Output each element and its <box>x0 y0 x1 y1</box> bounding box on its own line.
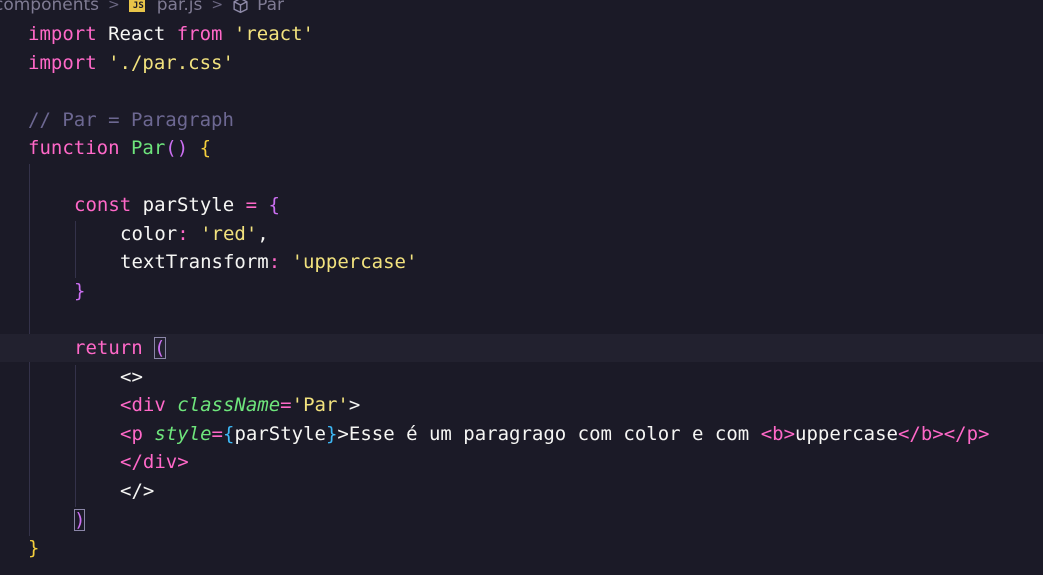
code-line-4[interactable]: // Par = Paragraph <box>28 106 1043 134</box>
function-name: Par <box>119 137 166 159</box>
tag-b-close: </b> <box>897 423 944 445</box>
code-line-1[interactable]: import React from 'react' <box>28 20 1043 48</box>
code-line-15[interactable]: <p style={parStyle}>Esse é um paragrago … <box>120 420 1043 448</box>
tag-p-open: <p <box>120 423 143 445</box>
chevron-right-icon: > <box>211 0 224 13</box>
keyword-return: return <box>74 337 143 359</box>
tag-b-open: <b> <box>760 423 796 445</box>
operator-equals: = <box>280 394 292 416</box>
identifier-react: React <box>96 23 177 45</box>
code-editor[interactable]: components > JS par.js > Par import Reac… <box>0 0 1043 575</box>
property-color: color <box>120 223 178 245</box>
property-texttransform: textTransform <box>120 251 269 273</box>
string-uppercase: 'uppercase' <box>291 251 418 273</box>
code-line-10[interactable]: } <box>74 277 1043 305</box>
indent-guide <box>75 221 76 278</box>
operator-equals: = <box>211 423 223 445</box>
tag-div-close: </div> <box>120 451 189 473</box>
keyword-function: function <box>28 137 120 159</box>
open-paren-matched: ( <box>154 337 166 359</box>
code-line-9[interactable]: textTransform: 'uppercase' <box>120 248 1043 276</box>
code-line-14[interactable]: <div className='Par'> <box>120 391 1043 419</box>
javascript-file-icon: JS <box>128 0 145 12</box>
close-brace: } <box>74 280 86 302</box>
code-line-7[interactable]: const parStyle = { <box>74 191 1043 219</box>
chevron-right-icon: > <box>108 0 120 13</box>
breadcrumb: components > JS par.js > Par <box>0 0 284 16</box>
tag-close-bracket: > <box>337 423 349 445</box>
open-brace: { <box>257 194 280 216</box>
operator-equals: = <box>245 194 258 216</box>
code-line-2[interactable]: import './par.css' <box>28 49 1043 77</box>
string-red: 'red' <box>200 223 258 245</box>
keyword-import: import <box>28 52 97 74</box>
bold-text: uppercase <box>795 423 898 445</box>
string-par: 'Par' <box>291 394 349 416</box>
code-line-18[interactable]: ) <box>74 506 1043 534</box>
fragment-close: </> <box>120 480 155 502</box>
code-line-16[interactable]: </div> <box>120 448 1043 476</box>
breadcrumb-symbol[interactable]: Par <box>257 0 284 15</box>
code-line-13[interactable]: <> <box>120 363 1043 391</box>
tag-p-close: </p> <box>943 423 990 445</box>
attribute-classname: className <box>177 394 281 416</box>
identifier-parstyle: parStyle <box>234 423 326 445</box>
symbol-cube-icon <box>233 0 248 13</box>
parentheses: () <box>165 137 189 159</box>
breadcrumb-folder[interactable]: components <box>0 0 99 15</box>
comment: // Par = Paragraph <box>28 109 234 131</box>
string-react: 'react' <box>222 23 314 45</box>
code-line-12-current[interactable]: return ( <box>0 334 1043 362</box>
close-paren-matched: ) <box>74 509 86 531</box>
open-brace: { <box>188 137 212 159</box>
keyword-from: from <box>176 23 223 45</box>
keyword-import: import <box>28 23 97 45</box>
identifier-parstyle: parStyle <box>131 194 246 216</box>
code-line-17[interactable]: </> <box>120 477 1043 505</box>
close-brace: } <box>28 537 40 559</box>
keyword-const: const <box>74 194 132 216</box>
indent-guide <box>75 365 76 507</box>
fragment-open: <> <box>120 366 143 388</box>
expression-open-brace: { <box>223 423 235 445</box>
code-line-8[interactable]: color: 'red', <box>120 220 1043 248</box>
paragraph-text: Esse é um paragrago com color e com <box>348 423 761 445</box>
comma: , <box>257 223 269 245</box>
colon: : <box>268 251 292 273</box>
attribute-style: style <box>154 423 212 445</box>
string-css-path: './par.css' <box>96 52 234 74</box>
tag-close-bracket: > <box>348 394 361 416</box>
code-line-5[interactable]: function Par() { <box>28 134 1043 162</box>
expression-close-brace: } <box>325 423 338 445</box>
tag-div-open: <div <box>120 394 166 416</box>
breadcrumb-file[interactable]: par.js <box>157 0 203 15</box>
code-line-19[interactable]: } <box>28 534 1043 562</box>
colon: : <box>177 223 201 245</box>
